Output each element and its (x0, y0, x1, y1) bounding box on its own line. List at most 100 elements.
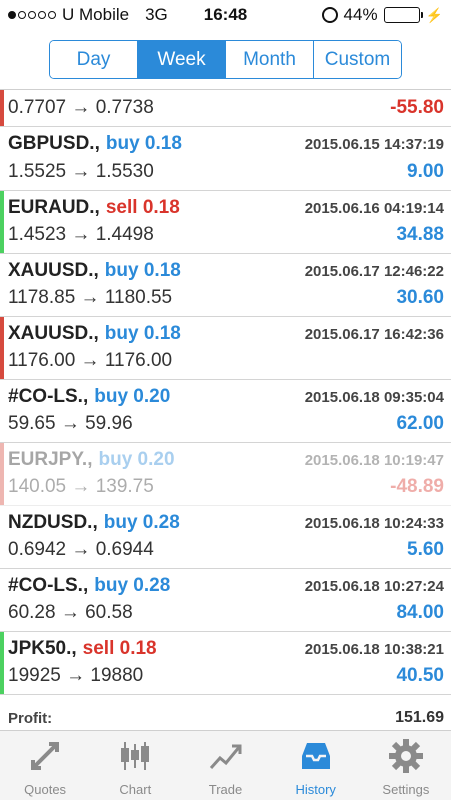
period-tab-week[interactable]: Week (138, 41, 226, 78)
sell-indicator (0, 443, 4, 505)
trade-side: buy 0.28 (94, 575, 170, 596)
close-price: 1176.00 (104, 350, 173, 371)
trade-prices: 19925 → 19880 (8, 665, 143, 687)
trade-row[interactable]: EURAUD., sell 0.18 2015.06.16 04:19:14 1.45… (0, 191, 451, 254)
trade-row[interactable]: 0.7707 → 0.7738 -55.80 (0, 90, 451, 127)
trade-row[interactable]: NZDUSD., buy 0.28 2015.06.18 10:24:33 0.694… (0, 506, 451, 569)
arrow-right-icon: → (75, 287, 105, 308)
trade-history-list[interactable]: 0.7707 → 0.7738 -55.80 GBPUSD., buy 0.18 201… (0, 90, 451, 695)
trade-symbol: NZDUSD., (8, 512, 98, 533)
close-price: 1.5530 (95, 161, 154, 182)
trade-time: 2015.06.18 10:24:33 (304, 515, 444, 532)
open-price: 140.05 (8, 476, 67, 497)
sell-indicator (0, 317, 4, 379)
trade-side: buy 0.20 (98, 449, 174, 470)
arrow-right-icon: → (55, 602, 86, 623)
tab-chart[interactable]: Chart (90, 731, 180, 800)
signal-strength-icon (8, 11, 56, 19)
clock: 16:48 (203, 5, 248, 24)
trade-profit: 62.00 (396, 413, 444, 434)
tab-quotes[interactable]: Quotes (0, 731, 90, 800)
trade-prices: 1.5525 → 1.5530 (8, 161, 154, 183)
trade-profit: 5.60 (407, 539, 444, 560)
period-selector: Day Week Month Custom (49, 40, 402, 79)
buy-indicator (0, 632, 4, 694)
trade-direction: buy (98, 449, 133, 470)
trade-row[interactable]: #CO-LS., buy 0.20 2015.06.18 09:35:04 59.65… (0, 380, 451, 443)
trade-volume: 0.18 (144, 133, 182, 154)
trade-time: 2015.06.17 16:42:36 (304, 326, 444, 343)
trade-side: buy 0.18 (105, 323, 181, 344)
charging-icon: ⚡ (425, 6, 443, 23)
trade-row[interactable]: JPK50., sell 0.18 2015.06.18 10:38:21 19925… (0, 632, 451, 695)
trade-prices: 0.7707 → 0.7738 (8, 97, 154, 119)
trade-volume: 0.28 (133, 575, 171, 596)
trade-time: 2015.06.18 10:27:24 (304, 578, 444, 595)
trade-profit: -48.89 (390, 476, 444, 497)
trade-time: 2015.06.18 09:35:04 (304, 389, 444, 406)
trade-row[interactable]: XAUUSD., buy 0.18 2015.06.17 12:46:22 1178.… (0, 254, 451, 317)
profit-label: Profit: (8, 710, 53, 727)
open-price: 1.4523 (8, 224, 67, 245)
period-tab-day[interactable]: Day (50, 41, 138, 78)
gear-icon (386, 736, 426, 776)
status-bar: U Mobile 3G 16:48 44% ⚡ (0, 0, 451, 30)
profit-total: 151.69 (395, 709, 444, 726)
tab-trade[interactable]: Trade (180, 731, 270, 800)
open-price: 1.5525 (8, 161, 67, 182)
tab-label: Chart (119, 782, 152, 797)
buy-indicator (0, 191, 4, 253)
trade-row[interactable]: #CO-LS., buy 0.28 2015.06.18 10:27:24 60.28… (0, 569, 451, 632)
tab-settings[interactable]: Settings (361, 731, 451, 800)
rotation-lock-icon (321, 7, 338, 23)
trade-side: buy 0.18 (105, 260, 181, 281)
arrow-right-icon: → (75, 350, 105, 371)
trade-time: 2015.06.15 14:37:19 (304, 136, 444, 153)
trade-prices: 1178.85 → 1180.55 (8, 287, 172, 309)
trade-direction: buy (103, 512, 138, 533)
close-price: 19880 (90, 665, 144, 686)
arrow-right-icon: → (55, 413, 86, 434)
trade-symbol: EURAUD., (8, 197, 100, 218)
sell-indicator (0, 90, 4, 126)
trade-symbol: JPK50., (8, 638, 77, 659)
trade-side: sell 0.18 (83, 638, 157, 659)
tab-label: Settings (382, 782, 430, 797)
trade-direction: buy (104, 323, 139, 344)
open-price: 0.7707 (8, 97, 67, 118)
open-price: 19925 (8, 665, 61, 686)
status-left: U Mobile 3G (8, 5, 168, 25)
tab-label: Quotes (24, 782, 67, 797)
trade-prices: 1176.00 → 1176.00 (8, 350, 172, 372)
trade-time: 2015.06.18 10:19:47 (304, 452, 444, 469)
trade-side: sell 0.18 (106, 197, 180, 218)
trade-row[interactable]: EURJPY., buy 0.20 2015.06.18 10:19:47 140.0… (0, 443, 451, 506)
trade-direction: buy (104, 260, 139, 281)
tab-label: History (295, 782, 336, 797)
close-price: 1.4498 (95, 224, 154, 245)
trade-prices: 1.4523 → 1.4498 (8, 224, 154, 246)
trade-row[interactable]: GBPUSD., buy 0.18 2015.06.15 14:37:19 1.552… (0, 127, 451, 191)
history-inbox-icon (296, 736, 336, 776)
tab-history[interactable]: History (271, 731, 361, 800)
trade-profit: 30.60 (396, 287, 444, 308)
trade-profit: 84.00 (396, 602, 444, 623)
trade-prices: 59.65 → 59.96 (8, 413, 133, 435)
trade-volume: 0.18 (143, 323, 181, 344)
tab-label: Trade (208, 782, 243, 797)
trade-side: buy 0.28 (104, 512, 180, 533)
close-price: 1180.55 (104, 287, 173, 308)
arrow-right-icon: → (66, 97, 96, 118)
close-price: 0.6944 (95, 539, 154, 560)
trade-time: 2015.06.17 12:46:22 (304, 263, 444, 280)
trade-row[interactable]: XAUUSD., buy 0.18 2015.06.17 16:42:36 1176.… (0, 317, 451, 380)
trade-symbol: XAUUSD., (8, 323, 99, 344)
trade-volume: 0.20 (133, 386, 171, 407)
period-tab-custom[interactable]: Custom (314, 41, 401, 78)
trade-side: buy 0.18 (106, 133, 182, 154)
trade-side: buy 0.20 (94, 386, 170, 407)
arrow-right-icon: → (66, 476, 96, 497)
battery-icon (383, 7, 423, 23)
close-price: 60.58 (85, 602, 133, 623)
period-tab-month[interactable]: Month (226, 41, 314, 78)
